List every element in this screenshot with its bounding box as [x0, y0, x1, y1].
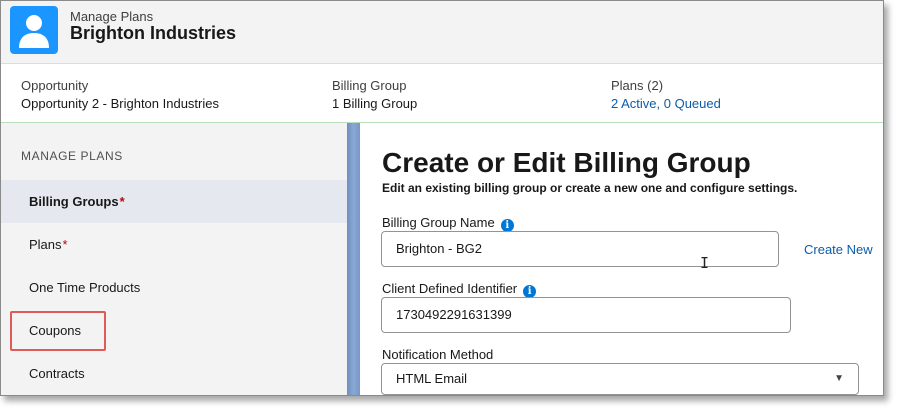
sidebar-heading: MANAGE PLANS	[21, 149, 123, 163]
billing-group-name-input[interactable]: Brighton - BG2	[381, 231, 779, 267]
field-label-text: Client Defined Identifier	[382, 281, 518, 296]
notification-method-label: Notification Method	[382, 347, 494, 362]
required-asterisk: *	[62, 237, 68, 252]
sidebar-item-plans[interactable]: Plans*	[1, 223, 347, 266]
sidebar-item-label: One Time Products	[29, 280, 141, 295]
highlight-label: Opportunity	[21, 78, 89, 93]
billing-group-name-label: Billing Group Name i	[382, 215, 514, 232]
header-eyebrow: Manage Plans	[70, 9, 154, 24]
sidebar-item-billing-groups[interactable]: Billing Groups*	[1, 180, 347, 223]
highlight-value: 1 Billing Group	[332, 96, 418, 111]
highlight-label: Billing Group	[332, 78, 407, 93]
coupons-highlight-box	[10, 311, 106, 351]
highlight-label: Plans (2)	[611, 78, 664, 93]
sidebar-item-label: Contracts	[29, 366, 85, 381]
panel-divider	[347, 123, 360, 395]
billing-group-form: Create or Edit Billing Group Edit an exi…	[360, 123, 883, 395]
highlight-billing-group: Billing Group 1 Billing Group	[332, 79, 417, 113]
highlight-opportunity: Opportunity Opportunity 2 - Brighton Ind…	[21, 79, 219, 113]
chevron-down-icon: ▼	[834, 373, 844, 384]
manage-plans-window: Manage Plans Brighton Industries Opportu…	[0, 0, 884, 396]
text-cursor-icon: I	[700, 254, 710, 272]
client-identifier-label: Client Defined Identifier i	[382, 281, 537, 298]
form-subtitle: Edit an existing billing group or create…	[382, 181, 798, 195]
sidebar-item-one-time-products[interactable]: One Time Products	[1, 266, 347, 309]
client-identifier-input[interactable]: 1730492291631399	[381, 297, 791, 333]
record-highlights: Opportunity Opportunity 2 - Brighton Ind…	[1, 64, 883, 123]
field-label-text: Billing Group Name	[382, 215, 495, 230]
highlight-plans: Plans (2) 2 Active, 0 Queued	[611, 79, 721, 113]
create-new-link[interactable]: Create New	[804, 242, 873, 257]
notification-method-select[interactable]: HTML Email ▼	[381, 363, 859, 395]
highlight-value: Opportunity 2 - Brighton Industries	[21, 96, 219, 111]
form-title: Create or Edit Billing Group	[382, 147, 751, 178]
page-header: Manage Plans Brighton Industries	[1, 1, 883, 64]
required-asterisk: *	[119, 194, 125, 209]
sidebar-item-label: Plans	[29, 237, 62, 252]
page-title: Brighton Industries	[70, 23, 236, 43]
sidebar-item-label: Billing Groups	[29, 194, 119, 209]
sidebar: MANAGE PLANS Billing Groups* Plans* One …	[1, 123, 347, 395]
user-icon	[10, 6, 58, 54]
sidebar-item-contracts[interactable]: Contracts	[1, 352, 347, 395]
select-value: HTML Email	[396, 371, 468, 386]
plans-status-link[interactable]: 2 Active, 0 Queued	[611, 95, 721, 113]
